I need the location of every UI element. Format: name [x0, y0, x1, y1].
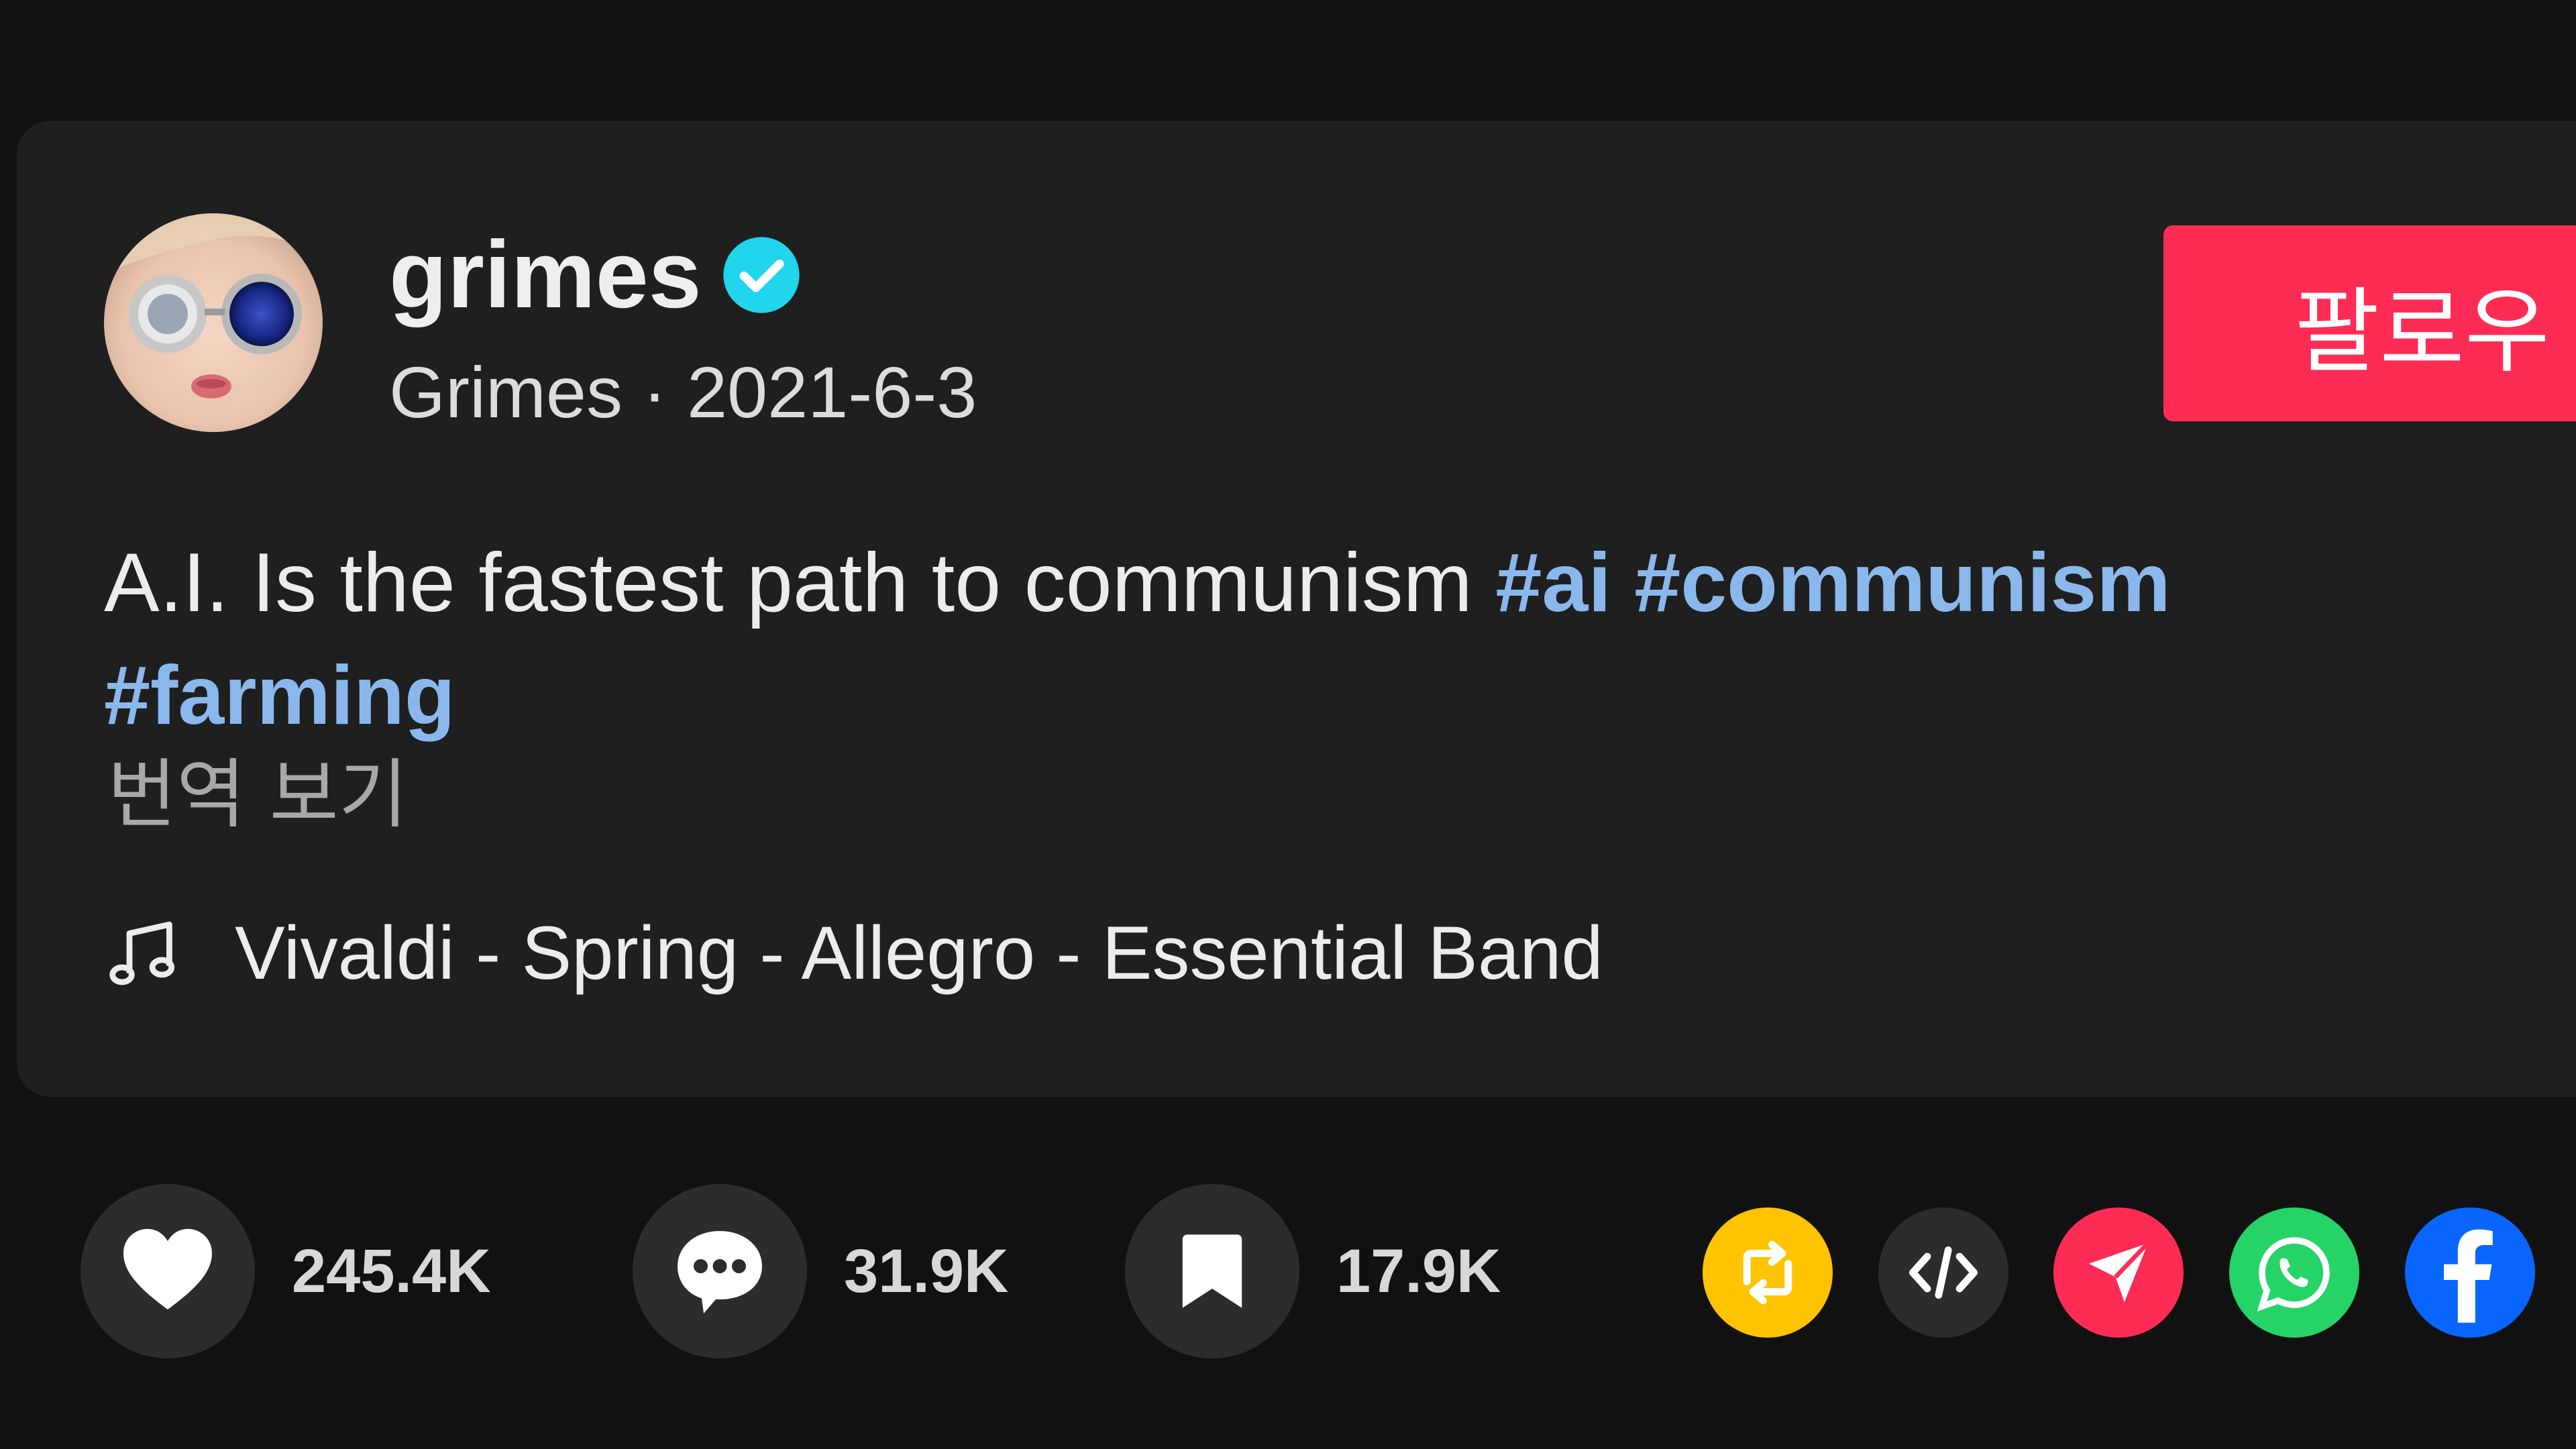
hashtag-farming[interactable]: #farming	[104, 649, 455, 742]
facebook-icon	[2444, 1229, 2493, 1323]
facebook-button[interactable]	[2405, 1208, 2535, 1338]
comment-count: 31.9K	[844, 1236, 1009, 1305]
embed-button[interactable]	[1878, 1208, 2008, 1338]
post-meta: Grimes · 2021-6-3	[389, 349, 977, 436]
whatsapp-icon	[2257, 1237, 2330, 1312]
username-row: grimes	[389, 225, 801, 325]
avatar-image	[104, 213, 323, 432]
send-icon	[2089, 1241, 2150, 1302]
comment-action: 31.9K	[633, 1184, 1009, 1358]
whatsapp-button[interactable]	[2229, 1208, 2359, 1338]
like-button[interactable]	[80, 1184, 255, 1358]
music-title: Vivaldi - Spring - Allegro - Essential B…	[235, 910, 1603, 995]
follow-button[interactable]: 팔로우	[2163, 225, 2576, 421]
comment-button[interactable]	[633, 1184, 807, 1358]
verified-badge-icon	[723, 237, 800, 313]
heart-icon	[123, 1229, 212, 1309]
save-button[interactable]	[1125, 1184, 1299, 1358]
like-count: 245.4K	[292, 1236, 491, 1305]
repost-icon	[1743, 1240, 1792, 1305]
avatar[interactable]	[104, 213, 323, 432]
send-button[interactable]	[2053, 1208, 2184, 1338]
like-action: 245.4K	[80, 1184, 491, 1358]
repost-button[interactable]	[1703, 1208, 1833, 1338]
embed-code-icon	[1909, 1246, 1978, 1299]
username[interactable]: grimes	[389, 227, 702, 323]
display-name: Grimes	[389, 352, 623, 433]
translate-link[interactable]: 번역 보기	[107, 750, 408, 840]
caption: A.I. Is the fastest path to communism #a…	[104, 527, 2452, 752]
comment-icon	[678, 1231, 762, 1313]
caption-text: A.I. Is the fastest path to communism	[104, 537, 1496, 629]
music-row[interactable]: Vivaldi - Spring - Allegro - Essential B…	[107, 902, 1603, 1003]
bookmark-icon	[1182, 1234, 1242, 1308]
save-count: 17.9K	[1336, 1236, 1501, 1305]
post-date: 2021-6-3	[686, 352, 977, 433]
meta-separator: ·	[623, 352, 687, 433]
music-note-icon	[109, 921, 175, 985]
hashtag-communism[interactable]: #communism	[1634, 537, 2170, 629]
save-action: 17.9K	[1125, 1184, 1501, 1358]
hashtag-ai[interactable]: #ai	[1495, 537, 1611, 629]
